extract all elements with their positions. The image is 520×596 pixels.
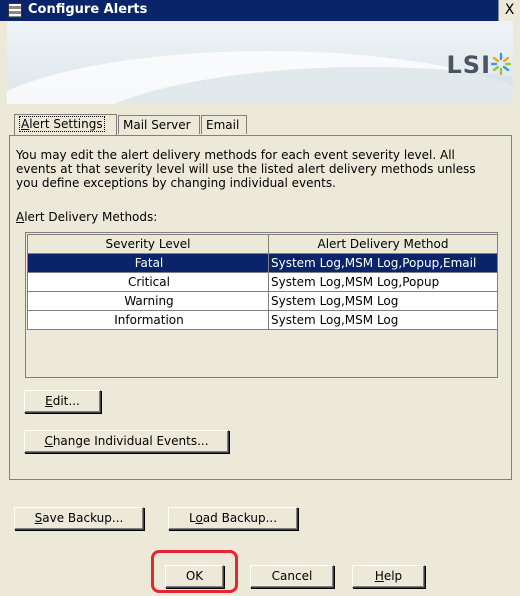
- close-button[interactable]: X: [498, 0, 520, 21]
- table-row[interactable]: Information System Log,MSM Log: [27, 310, 498, 330]
- tab-mail-server-label: Mail Server: [123, 118, 191, 132]
- table-row[interactable]: Critical System Log,MSM Log,Popup: [27, 272, 498, 292]
- alert-delivery-methods-label: Alert Delivery Methods:: [16, 210, 158, 224]
- method-cell[interactable]: System Log,MSM Log: [268, 291, 498, 311]
- ok-highlight-annotation: [151, 550, 238, 593]
- tab-alert-settings[interactable]: Alert Settings: [14, 114, 117, 136]
- method-cell[interactable]: System Log,MSM Log,Popup: [268, 272, 498, 292]
- tab-alert-settings-label: Alert Settings: [19, 116, 105, 132]
- save-backup-button[interactable]: Save Backup...: [14, 507, 144, 530]
- load-backup-button[interactable]: Load Backup...: [168, 507, 298, 530]
- app-icon: [8, 3, 22, 18]
- tab-email[interactable]: Email: [201, 115, 247, 134]
- severity-cell[interactable]: Fatal: [27, 253, 269, 273]
- window-title: Configure Alerts: [28, 2, 148, 17]
- table-row[interactable]: Warning System Log,MSM Log: [27, 291, 498, 311]
- method-cell[interactable]: System Log,MSM Log: [268, 310, 498, 330]
- column-header-method[interactable]: Alert Delivery Method: [268, 234, 498, 254]
- edit-button[interactable]: Edit...: [24, 390, 101, 413]
- configure-alerts-dialog: Configure Alerts X LSI Alert Settings Ma…: [0, 0, 520, 596]
- title-bar[interactable]: Configure Alerts X: [0, 0, 520, 21]
- lsi-star-icon: [491, 52, 511, 76]
- cancel-button[interactable]: Cancel: [250, 565, 334, 588]
- severity-cell[interactable]: Information: [27, 310, 269, 330]
- change-individual-events-button[interactable]: Change Individual Events...: [24, 430, 229, 453]
- description-text: You may edit the alert delivery methods …: [16, 148, 476, 190]
- severity-cell[interactable]: Warning: [27, 291, 269, 311]
- lsi-logo: LSI: [446, 51, 491, 79]
- tab-email-label: Email: [206, 118, 240, 132]
- severity-cell[interactable]: Critical: [27, 272, 269, 292]
- column-header-severity[interactable]: Severity Level: [27, 234, 269, 254]
- table-header-row: Severity Level Alert Delivery Method: [27, 234, 498, 254]
- alert-delivery-table[interactable]: Severity Level Alert Delivery Method Fat…: [25, 232, 498, 378]
- tab-mail-server[interactable]: Mail Server: [118, 115, 200, 134]
- help-button[interactable]: Help: [352, 565, 425, 588]
- table-row[interactable]: Fatal System Log,MSM Log,Popup,Email: [27, 253, 498, 273]
- method-cell[interactable]: System Log,MSM Log,Popup,Email: [268, 253, 498, 273]
- header-banner: LSI: [7, 21, 513, 104]
